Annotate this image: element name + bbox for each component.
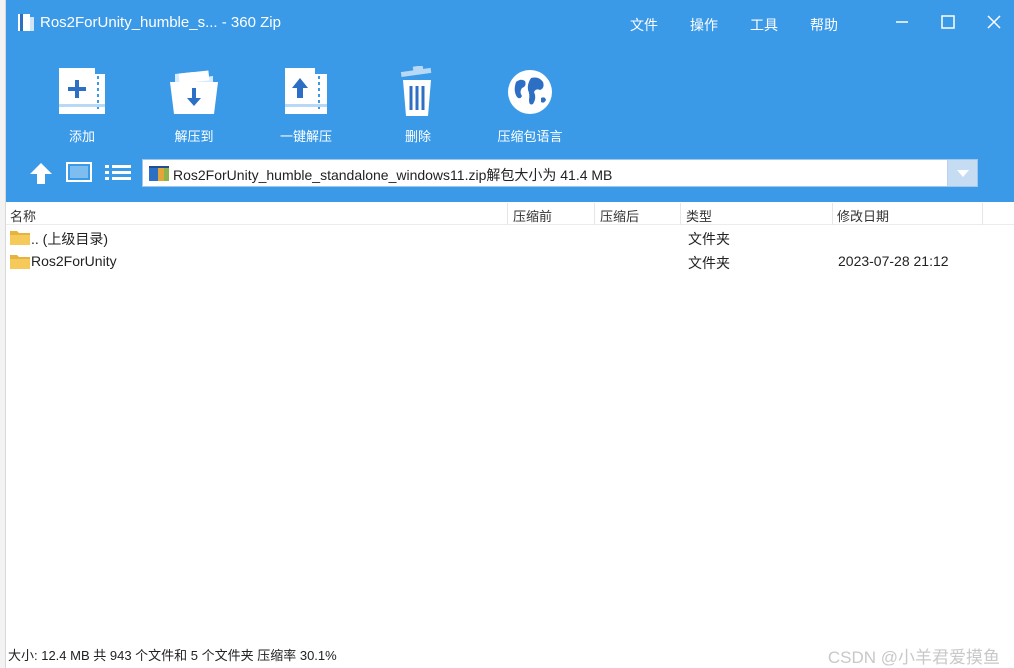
list-view-icon[interactable]	[104, 162, 132, 182]
menu-file[interactable]: 文件	[630, 15, 658, 35]
folder-icon	[10, 231, 30, 245]
one-click-extract-button[interactable]: 一键解压	[266, 60, 346, 150]
language-label: 压缩包语言	[497, 129, 563, 144]
column-divider[interactable]	[982, 203, 983, 225]
close-icon[interactable]	[982, 10, 1006, 34]
delete-label: 删除	[404, 129, 431, 144]
file-name: Ros2ForUnity	[31, 253, 117, 269]
add-button[interactable]: 添加	[42, 60, 122, 150]
column-compressed[interactable]: 压缩前	[513, 206, 552, 225]
zip-archive-icon	[149, 166, 169, 181]
maximize-icon[interactable]	[936, 10, 960, 34]
list-item[interactable]: .. (上级目录) 文件夹	[6, 226, 1014, 250]
status-bar: 大小: 12.4 MB 共 943 个文件和 5 个文件夹 压缩率 30.1% …	[6, 643, 1014, 668]
path-text: Ros2ForUnity_humble_standalone_windows11…	[173, 167, 613, 183]
file-name: .. (上级目录)	[31, 231, 108, 247]
chevron-down-icon	[957, 170, 969, 177]
menu-operation[interactable]: 操作	[690, 15, 718, 35]
top-ribbon: Ros2ForUnity_humble_s... - 360 Zip 文件 操作…	[6, 0, 1014, 202]
add-label: 添加	[68, 129, 95, 144]
minimize-icon[interactable]	[890, 10, 914, 34]
extract-to-label: 解压到	[174, 129, 214, 144]
column-divider[interactable]	[680, 203, 681, 225]
list-item[interactable]: Ros2ForUnity 文件夹 2023-07-28 21:12	[6, 250, 1014, 274]
watermark: CSDN @小羊君爱摸鱼	[827, 648, 1000, 667]
delete-button[interactable]: 删除	[378, 60, 458, 150]
trash-icon	[400, 66, 432, 116]
file-type: 文件夹	[688, 231, 730, 247]
zip-app-icon	[18, 14, 34, 31]
file-list-header: 名称 压缩前 压缩后 类型 修改日期	[6, 203, 1014, 225]
window-title: Ros2ForUnity_humble_s... - 360 Zip	[40, 14, 281, 31]
column-divider[interactable]	[507, 203, 508, 225]
column-uncompressed[interactable]: 压缩后	[600, 206, 639, 225]
column-name[interactable]: 名称	[10, 206, 36, 225]
one-click-extract-icon	[285, 68, 327, 114]
large-view-icon[interactable]	[66, 162, 92, 182]
app-window: Ros2ForUnity_humble_s... - 360 Zip 文件 操作…	[6, 0, 1014, 668]
extract-to-button[interactable]: 解压到	[154, 60, 234, 150]
menu-tools[interactable]: 工具	[750, 15, 778, 35]
column-divider[interactable]	[594, 203, 595, 225]
path-field[interactable]: Ros2ForUnity_humble_standalone_windows11…	[142, 159, 978, 187]
language-button[interactable]: 压缩包语言	[490, 60, 570, 150]
column-divider[interactable]	[832, 203, 833, 225]
path-dropdown-button[interactable]	[947, 160, 977, 186]
extract-folder-icon	[170, 70, 218, 114]
file-type: 文件夹	[688, 255, 730, 271]
navigation-bar: Ros2ForUnity_humble_standalone_windows11…	[6, 154, 1014, 194]
up-arrow-icon[interactable]	[28, 160, 54, 186]
folder-icon	[10, 255, 30, 269]
menu-help[interactable]: 帮助	[810, 15, 838, 35]
one-click-extract-label: 一键解压	[279, 129, 332, 144]
column-type[interactable]: 类型	[686, 206, 712, 225]
title-bar: Ros2ForUnity_humble_s... - 360 Zip 文件 操作…	[6, 0, 1014, 46]
file-modified: 2023-07-28 21:12	[838, 253, 949, 269]
add-file-icon	[59, 68, 105, 114]
column-modified[interactable]: 修改日期	[837, 206, 889, 225]
globe-icon	[508, 70, 552, 114]
status-text: 大小: 12.4 MB 共 943 个文件和 5 个文件夹 压缩率 30.1%	[8, 648, 337, 663]
